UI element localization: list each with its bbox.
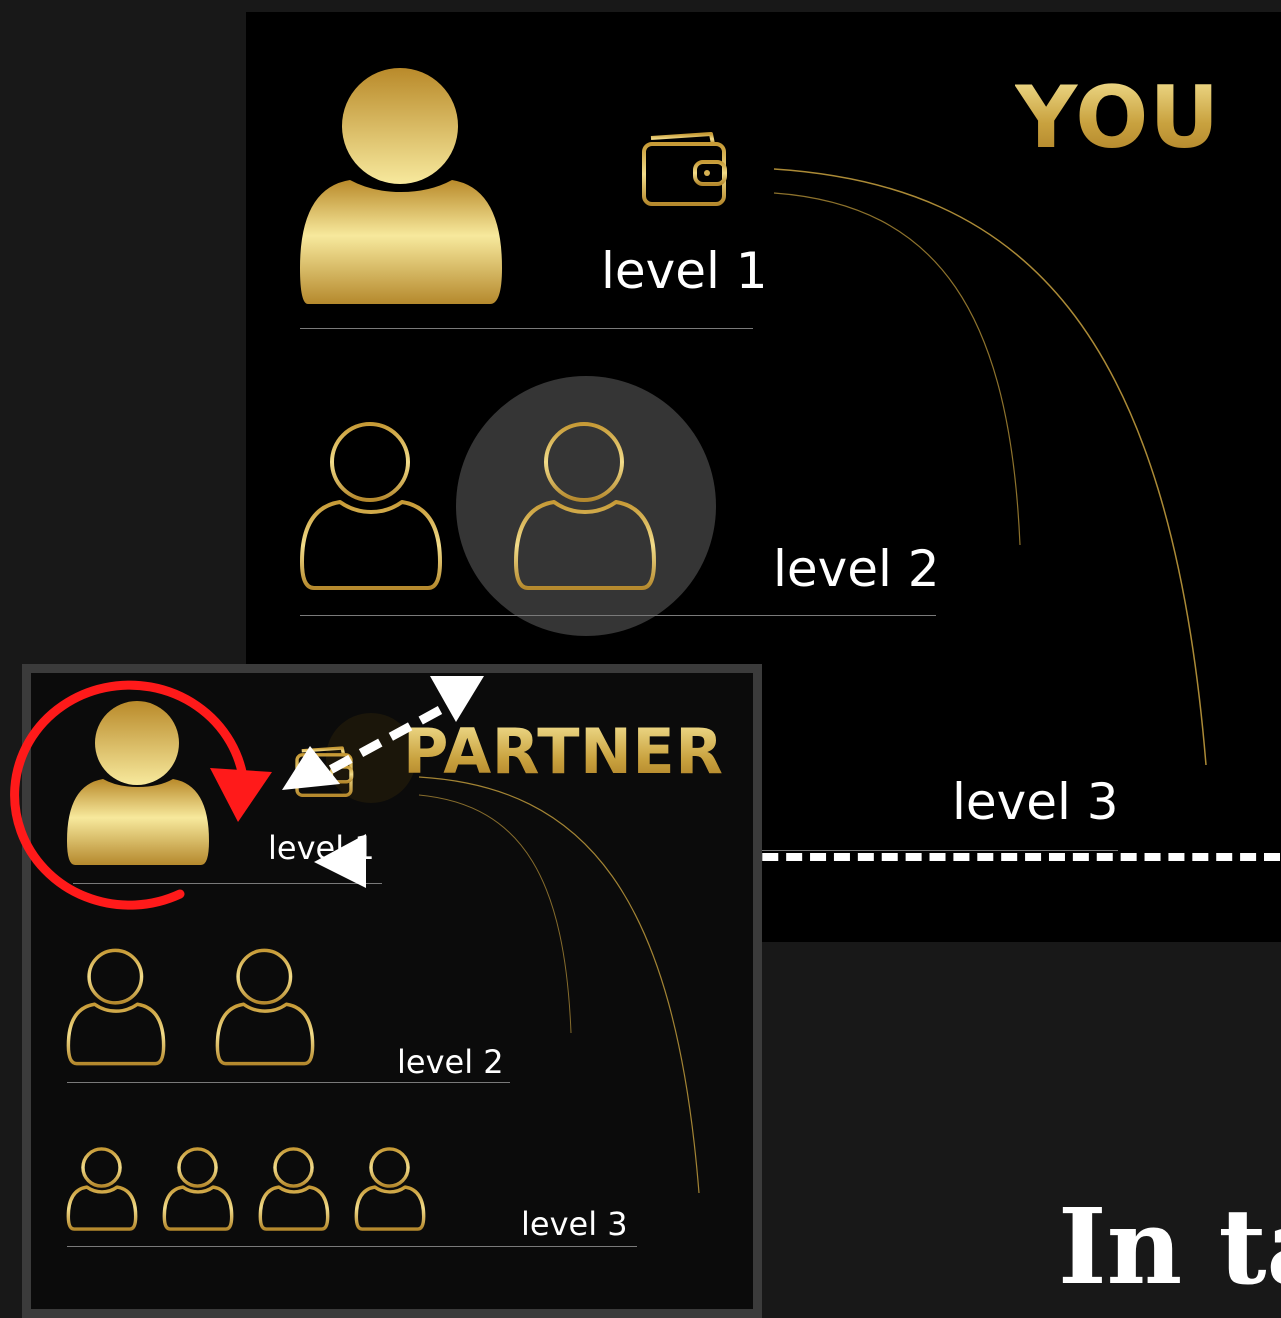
you-level2-label: level 2 [773,540,940,598]
connector-curves [418,776,700,1194]
dashed-arrow-head [314,834,366,888]
you-level3-label: level 3 [952,773,1119,831]
wallet-icon [642,132,727,206]
user-outline-icon [300,422,442,590]
user-outline-icon [66,1147,138,1231]
user-outline-icon [354,1147,426,1231]
you-title: YOU [1015,68,1221,168]
you-level3-divider [700,850,1118,851]
you-level2-divider [300,615,936,616]
partner-level3-divider [67,1246,637,1247]
partner-level2-label: level 2 [397,1043,504,1081]
partner-level2-divider [67,1082,510,1083]
user-outline-icon[interactable] [514,422,656,590]
connector-curves [773,168,1207,766]
section-heading: In ta [1058,1185,1281,1308]
user-outline-icon [66,948,166,1066]
user-outline-icon [258,1147,330,1231]
user-filled-icon [300,68,502,304]
user-outline-icon [215,948,315,1066]
dashed-arrow-diagonal [282,676,484,790]
user-outline-icon [162,1147,234,1231]
you-level1-divider [300,328,753,329]
you-level1-label: level 1 [601,242,768,300]
refresh-arrow-icon [10,680,272,910]
partner-level3-label: level 3 [521,1205,628,1243]
